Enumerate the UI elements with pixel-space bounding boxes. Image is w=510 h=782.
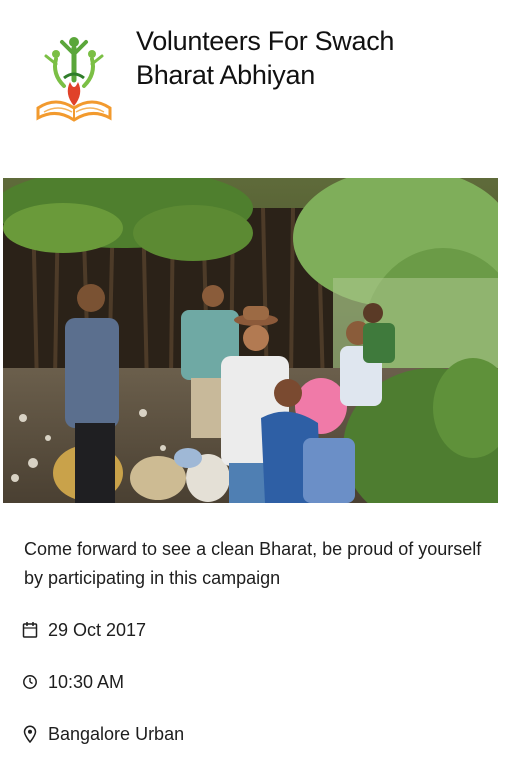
event-location-row: Bangalore Urban [22,721,184,747]
map-pin-icon [22,725,38,743]
calendar-icon [22,621,38,639]
volunteers-group-photo [3,178,498,503]
event-date-row: 29 Oct 2017 [22,617,146,643]
event-location: Bangalore Urban [48,723,185,744]
event-date: 29 Oct 2017 [48,619,147,640]
event-time: 10:30 AM [48,671,125,692]
clock-icon [22,673,38,691]
event-description: Come forward to see a clean Bharat, be p… [24,539,482,588]
event-time-row: 10:30 AM [22,669,124,695]
volunteers-book-logo-icon [34,34,114,130]
organization-title: Volunteers For Swach Bharat Abhiyan [136,26,395,90]
event-header: Volunteers For Swach Bharat Abhiyan [0,0,510,160]
